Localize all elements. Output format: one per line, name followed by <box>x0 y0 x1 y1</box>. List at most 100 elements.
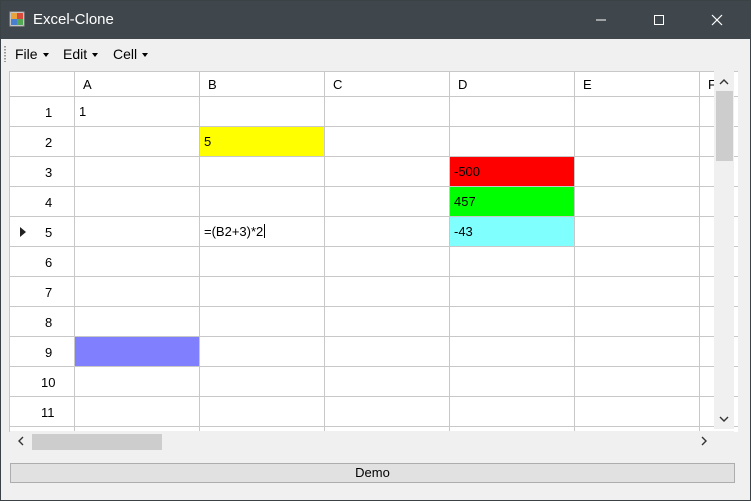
cell-a7[interactable] <box>75 277 200 307</box>
menu-file[interactable]: File <box>15 46 49 62</box>
cell-a8[interactable] <box>75 307 200 337</box>
cell-c8[interactable] <box>325 307 450 337</box>
cell-d11[interactable] <box>450 397 575 427</box>
row-number: 6 <box>45 255 53 270</box>
text-cursor <box>264 224 266 238</box>
cell-c5[interactable] <box>325 217 450 247</box>
menu-cell[interactable]: Cell <box>113 46 149 62</box>
row-header[interactable]: 8 <box>10 307 75 337</box>
cell-b5[interactable]: =(B2+3)*2 <box>200 217 325 247</box>
cell-value: -43 <box>454 224 473 239</box>
row-number: 10 <box>41 375 56 390</box>
cell-a6[interactable] <box>75 247 200 277</box>
cell-c11[interactable] <box>325 397 450 427</box>
cell-b6[interactable] <box>200 247 325 277</box>
maximize-button[interactable] <box>630 1 688 39</box>
row-header[interactable]: 1 <box>10 97 75 127</box>
cell-a2[interactable] <box>75 127 200 157</box>
cell-e9[interactable] <box>575 337 700 367</box>
cell-c6[interactable] <box>325 247 450 277</box>
cell-b7[interactable] <box>200 277 325 307</box>
chevron-down-icon <box>42 53 49 57</box>
cell-d5[interactable]: -43 <box>450 217 575 247</box>
chevron-right-icon <box>701 436 707 446</box>
cell-c3[interactable] <box>325 157 450 187</box>
cell-c10[interactable] <box>325 367 450 397</box>
vertical-scrollbar[interactable] <box>714 71 734 429</box>
cell-d6[interactable] <box>450 247 575 277</box>
column-header-e[interactable]: E <box>575 72 700 97</box>
cell-c4[interactable] <box>325 187 450 217</box>
cell-b8[interactable] <box>200 307 325 337</box>
row-header[interactable]: 3 <box>10 157 75 187</box>
column-header-d[interactable]: D <box>450 72 575 97</box>
column-header-c[interactable]: C <box>325 72 450 97</box>
cell-b4[interactable] <box>200 187 325 217</box>
app-window: Excel-Clone File Edit Cell A B C D E F 1 1 2 5 3 -5… <box>0 0 751 501</box>
cell-e3[interactable] <box>575 157 700 187</box>
row-header[interactable]: 2 <box>10 127 75 157</box>
cell-e8[interactable] <box>575 307 700 337</box>
menu-file-label: File <box>15 46 38 62</box>
horizontal-scroll-thumb[interactable] <box>32 434 162 450</box>
cell-e1[interactable] <box>575 97 700 127</box>
scroll-down-button[interactable] <box>714 409 734 429</box>
row-header[interactable]: 10 <box>10 367 75 397</box>
cell-e4[interactable] <box>575 187 700 217</box>
cell-e2[interactable] <box>575 127 700 157</box>
cell-d1[interactable] <box>450 97 575 127</box>
cell-e11[interactable] <box>575 397 700 427</box>
horizontal-scrollbar[interactable] <box>10 431 714 452</box>
cell-b1[interactable] <box>200 97 325 127</box>
column-header-b[interactable]: B <box>200 72 325 97</box>
cell-a5[interactable] <box>75 217 200 247</box>
row-header[interactable]: 7 <box>10 277 75 307</box>
menu-grip[interactable] <box>4 46 6 62</box>
row-number: 11 <box>41 405 55 420</box>
spreadsheet-grid[interactable]: A B C D E F 1 1 2 5 3 -500 4 457 5 =(B2+3)*2 -43 6 7 8 9 10 11 <box>9 71 738 432</box>
cell-b9[interactable] <box>200 337 325 367</box>
vertical-scroll-thumb[interactable] <box>716 91 733 161</box>
cell-d3[interactable]: -500 <box>450 157 575 187</box>
scroll-up-button[interactable] <box>714 71 734 91</box>
cell-a1[interactable]: 1 <box>75 97 200 127</box>
minimize-button[interactable] <box>572 1 630 39</box>
cell-a3[interactable] <box>75 157 200 187</box>
cell-a10[interactable] <box>75 367 200 397</box>
column-header-a[interactable]: A <box>75 72 200 97</box>
cell-d2[interactable] <box>450 127 575 157</box>
cell-d4[interactable]: 457 <box>450 187 575 217</box>
row-header[interactable]: 4 <box>10 187 75 217</box>
cell-d10[interactable] <box>450 367 575 397</box>
close-button[interactable] <box>688 1 746 39</box>
row-header[interactable]: 6 <box>10 247 75 277</box>
row-header[interactable]: 9 <box>10 337 75 367</box>
cell-b11[interactable] <box>200 397 325 427</box>
row-header[interactable]: 5 <box>10 217 75 247</box>
cell-e6[interactable] <box>575 247 700 277</box>
scroll-left-button[interactable] <box>10 431 30 451</box>
cell-d9[interactable] <box>450 337 575 367</box>
cell-d7[interactable] <box>450 277 575 307</box>
cell-e7[interactable] <box>575 277 700 307</box>
row-number: 2 <box>45 135 53 150</box>
cell-d8[interactable] <box>450 307 575 337</box>
cell-e10[interactable] <box>575 367 700 397</box>
cell-c7[interactable] <box>325 277 450 307</box>
cell-a11[interactable] <box>75 397 200 427</box>
chevron-down-icon <box>719 416 729 422</box>
cell-c2[interactable] <box>325 127 450 157</box>
cell-e5[interactable] <box>575 217 700 247</box>
demo-button[interactable]: Demo <box>10 463 735 483</box>
cell-a9[interactable] <box>75 337 200 367</box>
cell-a4[interactable] <box>75 187 200 217</box>
cell-b2[interactable]: 5 <box>200 127 325 157</box>
scroll-right-button[interactable] <box>694 431 714 451</box>
cell-b3[interactable] <box>200 157 325 187</box>
cell-c9[interactable] <box>325 337 450 367</box>
row-header[interactable]: 11 <box>10 397 75 427</box>
select-all-corner[interactable] <box>10 72 75 97</box>
cell-b10[interactable] <box>200 367 325 397</box>
cell-c1[interactable] <box>325 97 450 127</box>
menu-edit[interactable]: Edit <box>63 46 99 62</box>
